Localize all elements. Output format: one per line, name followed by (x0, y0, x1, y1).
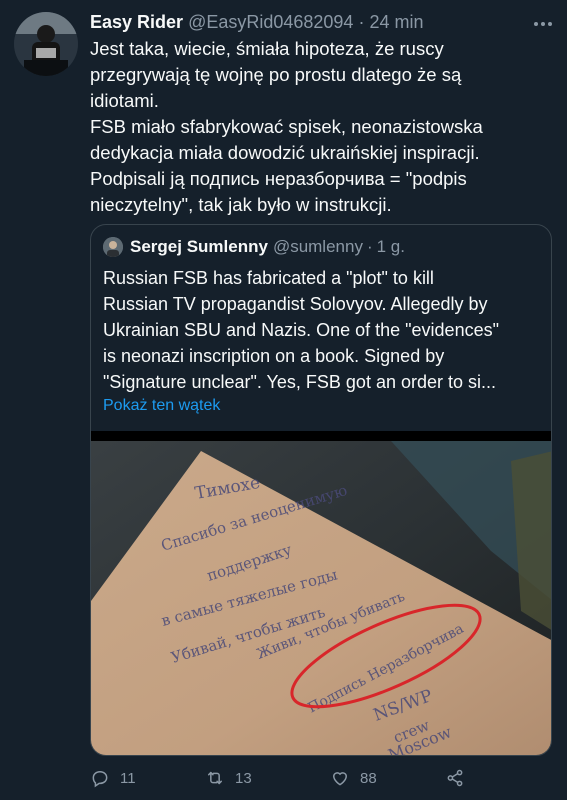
quoted-tweet-image[interactable]: Тимохе Спасибо за неоценимую поддержку в… (91, 431, 551, 755)
author-name[interactable]: Easy Rider (90, 12, 183, 33)
quoted-author-handle: @sumlenny (272, 237, 363, 256)
author-avatar[interactable] (14, 12, 78, 76)
retweet-icon (208, 771, 222, 785)
share-button[interactable] (445, 768, 465, 788)
quoted-author-name: Sergej Sumlenny (130, 237, 268, 256)
tweet-actions: 11 13 88 (90, 766, 552, 790)
more-options-icon[interactable] (531, 12, 555, 36)
reply-count: 11 (120, 769, 136, 787)
retweet-button[interactable]: 13 (205, 768, 252, 788)
reply-icon (92, 770, 108, 788)
retweet-count: 13 (235, 769, 252, 787)
separator-dot: · (366, 237, 373, 256)
quoted-tweet[interactable]: Sergej Sumlenny @sumlenny · 1 g. Russian… (90, 224, 552, 756)
quoted-tweet-text: Russian FSB has fabricated a "plot" to k… (103, 268, 499, 392)
separator-dot: · (358, 11, 365, 32)
quoted-timestamp: 1 g. (376, 237, 405, 256)
reply-button[interactable]: 11 (90, 768, 136, 788)
share-icon (447, 769, 463, 787)
tweet-timestamp[interactable]: 24 min (369, 12, 423, 33)
like-button[interactable]: 88 (330, 768, 377, 788)
author-handle[interactable]: @EasyRid04682094 (188, 12, 353, 33)
quoted-author-avatar (103, 237, 123, 257)
show-thread-link[interactable]: Pokaż ten wątek (103, 397, 220, 415)
like-count: 88 (360, 769, 377, 787)
quoted-tweet-header: Sergej Sumlenny @sumlenny · 1 g. (103, 235, 405, 259)
tweet-text: Jest taka, wiecie, śmiała hipoteza, że r… (90, 38, 483, 215)
tweet-header: Easy Rider @EasyRid04682094 · 24 min (90, 10, 547, 34)
heart-icon (332, 772, 348, 786)
